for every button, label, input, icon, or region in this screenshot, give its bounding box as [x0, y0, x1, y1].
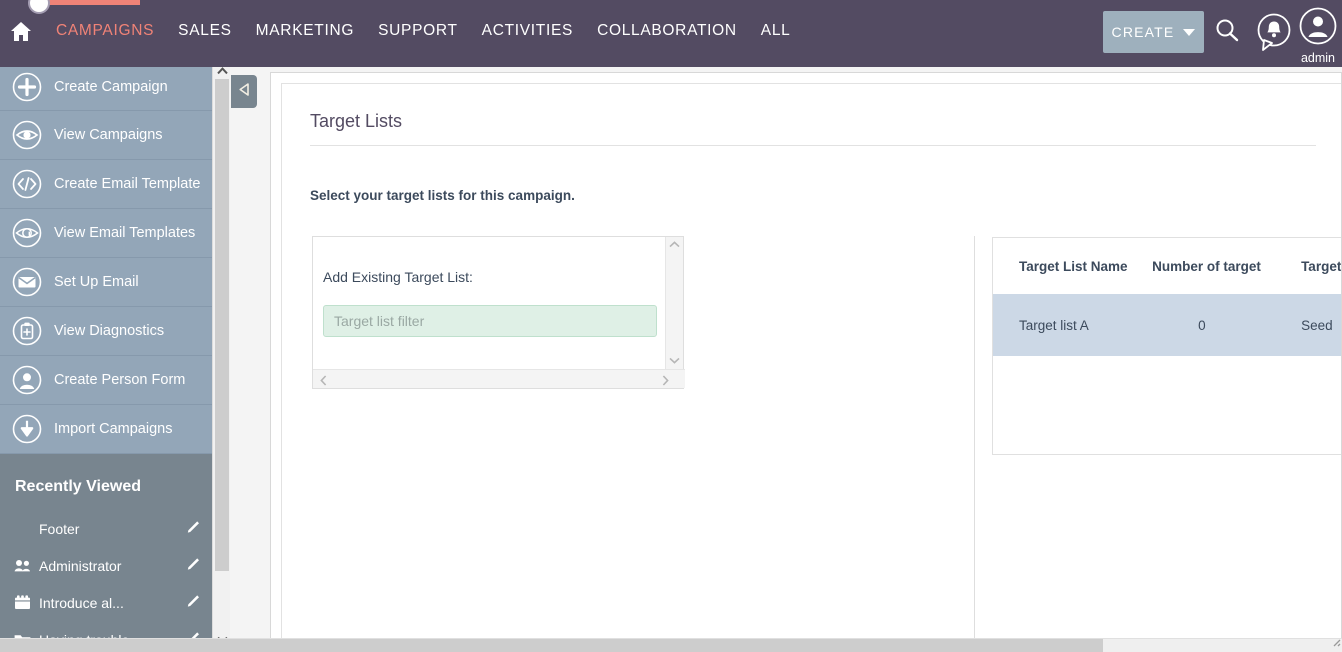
- sidebar-item-label: View Email Templates: [54, 225, 196, 241]
- collapse-left-arrow-icon: [237, 82, 252, 102]
- eye-at-circle-icon: [12, 218, 42, 248]
- sidebar: Create Campaign View Campaigns Create Em…: [0, 62, 212, 648]
- recent-item-footer[interactable]: Footer: [0, 510, 212, 547]
- target-lists-table: Target List Name Number of target Target…: [993, 238, 1342, 356]
- sidebar-item-label: View Diagnostics: [54, 323, 165, 339]
- sidebar-item-create-person-form[interactable]: Create Person Form: [0, 356, 212, 405]
- column-header-number: Number of target: [1152, 258, 1261, 274]
- nav-links: CAMPAIGNS SALES MARKETING SUPPORT ACTIVI…: [0, 20, 802, 42]
- sidebar-item-create-campaign[interactable]: Create Campaign: [0, 62, 212, 111]
- column-header-type: Target List Type:: [1301, 258, 1342, 274]
- create-button[interactable]: CREATE: [1103, 11, 1204, 53]
- top-navigation-bar: CAMPAIGNS SALES MARKETING SUPPORT ACTIVI…: [0, 0, 1342, 67]
- nav-item-sales[interactable]: SALES: [166, 20, 243, 42]
- user-name-label: admin: [1300, 51, 1336, 65]
- home-icon[interactable]: [10, 21, 32, 42]
- chevron-down-icon: [1183, 28, 1196, 36]
- page-horizontal-scrollbar-thumb[interactable]: [0, 639, 1103, 652]
- scroll-right-arrow-icon[interactable]: [662, 375, 669, 386]
- nav-accent-dot: [28, 0, 50, 14]
- add-existing-target-list-card: Add Existing Target List:: [312, 236, 685, 389]
- collapse-sidebar-button[interactable]: [231, 75, 257, 108]
- sidebar-item-label: Create Person Form: [54, 372, 186, 388]
- sidebar-scrollbar[interactable]: [212, 62, 230, 648]
- pencil-icon[interactable]: [186, 592, 202, 613]
- existing-card-horizontal-scrollbar[interactable]: [313, 369, 685, 388]
- column-header-name: Target List Name: [1019, 258, 1128, 274]
- cell-target-list-type: Seed: [1301, 317, 1333, 333]
- scroll-down-arrow-icon[interactable]: [669, 357, 680, 364]
- sidebar-item-label: View Campaigns: [54, 127, 163, 143]
- panel-subtitle: Select your target lists for this campai…: [310, 188, 575, 203]
- search-icon[interactable]: [1212, 16, 1242, 51]
- sidebar-item-import-campaigns[interactable]: Import Campaigns: [0, 405, 212, 454]
- sidebar-item-label: Import Campaigns: [54, 421, 173, 437]
- recent-item-administrator[interactable]: Administrator: [0, 547, 212, 584]
- clipboard-circle-icon: [12, 316, 42, 346]
- envelope-circle-icon: [12, 267, 42, 297]
- target-list-filter-input[interactable]: [323, 305, 657, 337]
- recently-viewed-title: Recently Viewed: [15, 478, 141, 495]
- table-header-row: Target List Name Number of target Target…: [993, 238, 1342, 294]
- user-avatar-icon: [1299, 7, 1337, 50]
- pencil-icon[interactable]: [186, 518, 202, 539]
- nav-item-collaboration[interactable]: COLLABORATION: [585, 20, 749, 42]
- nav-item-all[interactable]: ALL: [749, 20, 803, 42]
- pencil-icon[interactable]: [186, 555, 202, 576]
- nav-item-marketing[interactable]: MARKETING: [244, 20, 366, 42]
- nav-item-campaigns[interactable]: CAMPAIGNS: [44, 20, 166, 42]
- resize-grip-icon[interactable]: [1329, 634, 1341, 652]
- add-existing-caption: Add Existing Target List:: [323, 269, 473, 285]
- sidebar-item-label: Create Campaign: [54, 78, 168, 95]
- recent-item-introduce[interactable]: Introduce al...: [0, 584, 212, 621]
- notification-bell-icon[interactable]: [1254, 12, 1294, 59]
- sidebar-item-view-campaigns[interactable]: View Campaigns: [0, 111, 212, 160]
- table-row[interactable]: Target list A 0 Seed: [993, 294, 1341, 356]
- selected-target-lists-table: Target List Name Number of target Target…: [992, 237, 1342, 455]
- cell-number-of-targets: 0: [1198, 317, 1206, 333]
- download-circle-icon: [12, 414, 42, 444]
- existing-card-vertical-scrollbar[interactable]: [665, 237, 683, 370]
- page-title: Target Lists: [310, 111, 403, 131]
- calendar-icon: [14, 595, 33, 610]
- target-lists-panel: Target Lists Select your target lists fo…: [281, 83, 1342, 639]
- recent-item-label: Introduce al...: [39, 594, 124, 611]
- main-panel: Target Lists Select your target lists fo…: [270, 72, 1342, 640]
- scroll-up-arrow-icon[interactable]: [669, 241, 680, 248]
- cell-target-list-name: Target list A: [1019, 317, 1089, 333]
- sidebar-item-set-up-email[interactable]: Set Up Email: [0, 258, 212, 307]
- code-circle-icon: [12, 169, 42, 199]
- sidebar-item-view-diagnostics[interactable]: View Diagnostics: [0, 307, 212, 356]
- recent-item-label: Footer: [39, 520, 80, 537]
- eye-circle-icon: [12, 120, 42, 150]
- scroll-left-arrow-icon[interactable]: [320, 375, 327, 386]
- plus-circle-icon: [12, 72, 42, 102]
- sidebar-item-view-email-templates[interactable]: View Email Templates: [0, 209, 212, 258]
- sidebar-item-label: Create Email Template: [54, 176, 201, 192]
- nav-item-activities[interactable]: ACTIVITIES: [470, 20, 585, 42]
- sidebar-scrollbar-thumb[interactable]: [215, 79, 229, 571]
- create-button-label: CREATE: [1111, 24, 1175, 40]
- page-horizontal-scrollbar[interactable]: [0, 638, 1342, 652]
- user-menu[interactable]: admin: [1299, 7, 1337, 65]
- sidebar-item-label: Set Up Email: [54, 274, 139, 290]
- recent-item-label: Administrator: [39, 557, 122, 574]
- users-icon: [14, 559, 33, 573]
- recently-viewed-section: Recently Viewed Footer Administrator Int…: [0, 454, 212, 648]
- nav-item-support[interactable]: SUPPORT: [366, 20, 470, 42]
- sidebar-item-create-email-template[interactable]: Create Email Template: [0, 160, 212, 209]
- person-circle-icon: [12, 365, 42, 395]
- column-divider: [974, 236, 975, 639]
